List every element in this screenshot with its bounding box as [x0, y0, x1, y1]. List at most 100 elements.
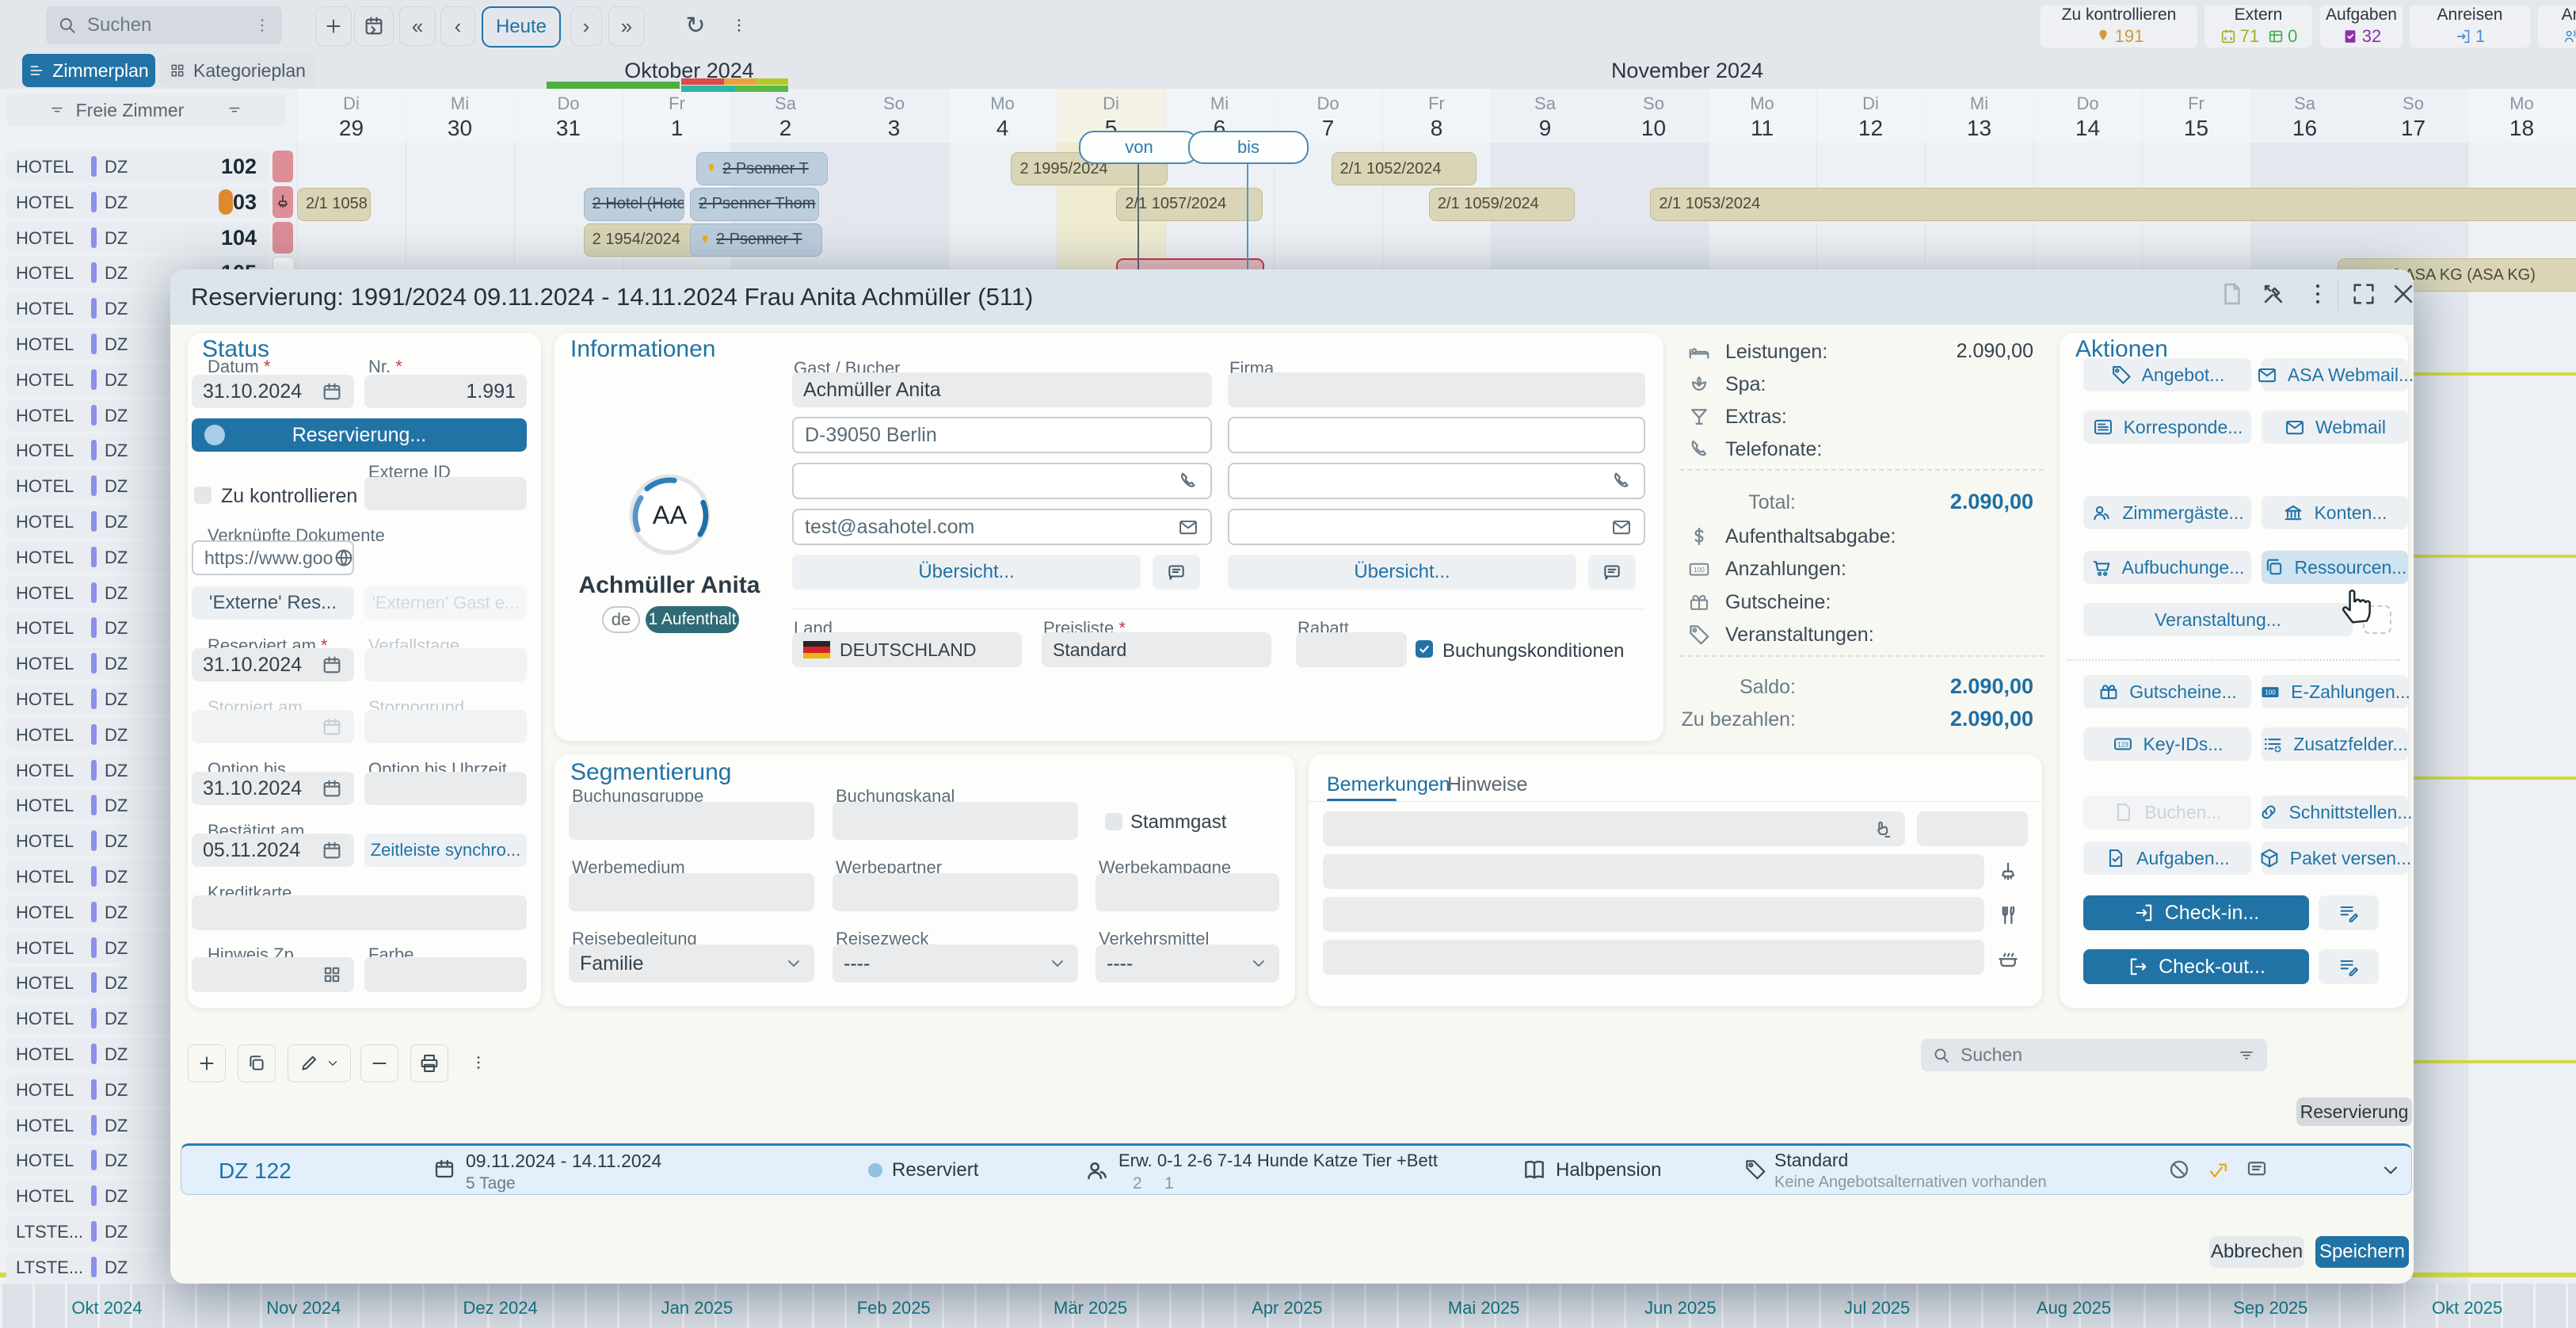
- key-ids-button[interactable]: 123 Key-IDs...: [2083, 727, 2251, 761]
- dialog-header[interactable]: Reservierung: 1991/2024 09.11.2024 - 14.…: [170, 269, 2414, 325]
- timeline-month[interactable]: Aug 2025: [2037, 1298, 2111, 1318]
- guest-uebersicht-button[interactable]: Übersicht...: [792, 555, 1141, 590]
- tools-icon[interactable]: [2260, 280, 2287, 307]
- day-header-fr-8[interactable]: Fr8: [1382, 89, 1491, 143]
- day-header-di-29[interactable]: Di29: [297, 89, 406, 143]
- room-status-block[interactable]: [272, 186, 293, 218]
- room-row-103[interactable]: HOTELDZ103: [6, 186, 269, 218]
- stays-badge[interactable]: 1 Aufenthalt: [646, 606, 739, 633]
- today-button[interactable]: Heute: [482, 6, 561, 48]
- jump-back-button[interactable]: «: [399, 6, 436, 46]
- werbepartner-field[interactable]: [833, 873, 1078, 911]
- no-symbol-icon[interactable]: [2167, 1158, 2191, 1181]
- reservation-bar[interactable]: 2/1 1058: [297, 188, 371, 221]
- badge-aufgaben[interactable]: Aufgaben32: [2320, 5, 2403, 48]
- badge-anw[interactable]: Anw2: [2538, 5, 2576, 48]
- reservation-bar[interactable]: 2/1 1052/2024: [1332, 152, 1477, 185]
- buchungskanal-field[interactable]: [833, 802, 1078, 840]
- day-header-mi-30[interactable]: Mi30: [406, 89, 514, 143]
- grid-2x2-icon[interactable]: [321, 964, 343, 986]
- day-header-mo-11[interactable]: Mo11: [1708, 89, 1816, 143]
- prev-button[interactable]: ‹: [440, 6, 475, 46]
- badge-zu-kontrollieren[interactable]: Zu kontrollieren191: [2041, 5, 2197, 48]
- timeline-month[interactable]: Okt 2025: [2432, 1298, 2502, 1318]
- buchungskonditionen-checkbox[interactable]: [1416, 640, 1433, 658]
- tab-zimmerplan[interactable]: Zimmerplan: [22, 54, 155, 87]
- day-header-di-12[interactable]: Di12: [1816, 89, 1925, 143]
- free-rooms-filter[interactable]: Freie Zimmer: [6, 93, 285, 127]
- print-button[interactable]: [410, 1044, 448, 1082]
- reservation-bar[interactable]: 2 Psenner T: [690, 223, 822, 257]
- range-end-pill[interactable]: bis: [1188, 131, 1309, 164]
- aufgaben-button[interactable]: Aufgaben...: [2083, 841, 2251, 875]
- bemerkung-restaurant-field[interactable]: [1323, 897, 1984, 932]
- hinweis-zp-field[interactable]: [192, 957, 354, 992]
- konten-button[interactable]: Konten...: [2262, 496, 2408, 529]
- edit-line-button[interactable]: [288, 1044, 351, 1082]
- webmail-button[interactable]: Webmail: [2262, 410, 2408, 444]
- add-button[interactable]: [315, 6, 352, 46]
- preisliste-field[interactable]: Standard: [1042, 632, 1271, 667]
- reservation-type-button[interactable]: Reservierung...: [192, 418, 527, 452]
- firma-addr-field[interactable]: [1228, 417, 1645, 453]
- day-header-mi-13[interactable]: Mi13: [1925, 89, 2033, 143]
- ressourcen-button[interactable]: Ressourcen...: [2262, 551, 2408, 584]
- aufbuchungen-button[interactable]: Aufbuchunge...: [2083, 551, 2251, 584]
- dokument-url-field[interactable]: https://www.goo: [192, 540, 354, 575]
- reservation-line-row[interactable]: DZ 122 09.11.2024 - 14.11.2024 5 Tage Re…: [181, 1143, 2412, 1195]
- timeline-month[interactable]: Dez 2024: [463, 1298, 538, 1318]
- toolbar-menu-button[interactable]: [722, 6, 756, 44]
- option-bis-field[interactable]: 31.10.2024: [192, 772, 354, 805]
- remove-line-button[interactable]: [360, 1044, 398, 1082]
- day-header-do-31[interactable]: Do31: [514, 89, 623, 143]
- guest-email-field[interactable]: test@asahotel.com: [792, 509, 1212, 545]
- angebot-button[interactable]: Angebot...: [2083, 358, 2251, 391]
- guest-phone-field[interactable]: [792, 463, 1212, 499]
- day-header-so-10[interactable]: So10: [1599, 89, 1708, 143]
- verkehrsmittel-select[interactable]: ----: [1096, 944, 1279, 983]
- reisezweck-select[interactable]: ----: [833, 944, 1078, 983]
- timeline-month[interactable]: Mai 2025: [1448, 1298, 1520, 1318]
- calendar-icon[interactable]: [321, 654, 343, 676]
- goto-date-button[interactable]: [354, 6, 394, 46]
- timeline-month[interactable]: Apr 2025: [1252, 1298, 1322, 1318]
- land-field[interactable]: DEUTSCHLAND: [792, 632, 1022, 667]
- dialog-menu-icon[interactable]: [2304, 280, 2331, 307]
- day-header-sa-2[interactable]: Sa2: [731, 89, 840, 143]
- timeline-month[interactable]: Jan 2025: [661, 1298, 734, 1318]
- close-icon[interactable]: [2390, 280, 2417, 307]
- firma-uebersicht-button[interactable]: Übersicht...: [1228, 555, 1576, 590]
- reservation-bar[interactable]: 2/1 1053/2024: [1650, 188, 2576, 221]
- buchungsgruppe-field[interactable]: [569, 802, 814, 840]
- day-header-mo-18[interactable]: Mo18: [2467, 89, 2576, 143]
- schnittstellen-button[interactable]: Schnittstellen...: [2262, 796, 2408, 829]
- reservation-bar[interactable]: 2 Psenner Thom: [690, 188, 819, 221]
- guest-name-field[interactable]: Achmüller Anita: [792, 372, 1212, 407]
- timeline-month[interactable]: Sep 2025: [2233, 1298, 2307, 1318]
- werbemedium-field[interactable]: [569, 873, 814, 911]
- duplicate-line-button[interactable]: [238, 1044, 276, 1082]
- kreditkarte-field[interactable]: [192, 895, 527, 930]
- timeline-month[interactable]: Jul 2025: [1844, 1298, 1910, 1318]
- firma-phone-field[interactable]: [1228, 463, 1645, 499]
- option-bis-uhrzeit-field[interactable]: [364, 772, 527, 805]
- check-in-button[interactable]: Check-in...: [2083, 895, 2309, 930]
- calendar-icon[interactable]: [321, 839, 343, 861]
- timeline-month[interactable]: Feb 2025: [857, 1298, 931, 1318]
- firma-email-field[interactable]: [1228, 509, 1645, 545]
- search-menu-icon[interactable]: [253, 17, 271, 34]
- korrespondenz-button[interactable]: Korresponde...: [2083, 410, 2251, 444]
- rabatt-field[interactable]: [1296, 632, 1407, 667]
- bemerkung-extra-field[interactable]: [1917, 811, 2028, 846]
- day-header-so-3[interactable]: So3: [840, 89, 948, 143]
- language-badge[interactable]: de: [602, 606, 640, 633]
- reservation-bar[interactable]: 2/1 1059/2024: [1429, 188, 1575, 221]
- day-header-so-17[interactable]: So17: [2359, 89, 2467, 143]
- bemerkung-kitchen-field[interactable]: [1323, 940, 1984, 975]
- room-row-104[interactable]: HOTELDZ104: [6, 222, 269, 254]
- save-button[interactable]: Speichern: [2315, 1236, 2409, 1268]
- timeline-month[interactable]: Mär 2025: [1054, 1298, 1127, 1318]
- room-status-block[interactable]: [272, 151, 293, 182]
- reserviert-am-field[interactable]: 31.10.2024: [192, 648, 354, 681]
- room-label[interactable]: DZ 122: [219, 1158, 292, 1184]
